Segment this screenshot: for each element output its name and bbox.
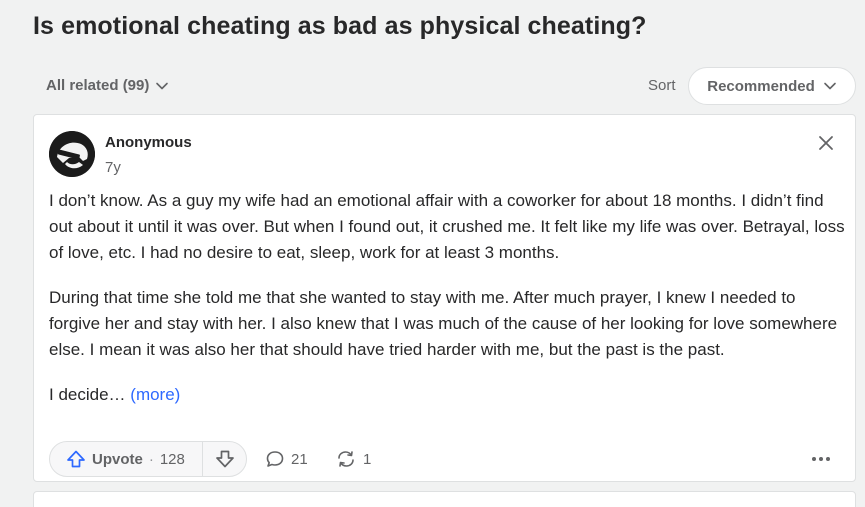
downvote-button[interactable] [203,442,246,476]
more-options-icon [812,457,830,461]
reshare-button[interactable]: 1 [335,441,371,477]
chevron-down-icon [156,82,169,89]
sort-value: Recommended [707,77,815,95]
anonymous-avatar-icon [49,131,95,177]
downvote-arrow-icon [215,450,234,468]
upvote-arrow-icon [67,450,85,468]
sort-label: Sort [648,77,676,94]
reshare-icon [338,451,354,467]
all-related-label: All related (99) [46,77,150,94]
more-options-button[interactable] [809,441,833,477]
avatar[interactable] [49,131,95,177]
answer-card: Anonymous 7y I don’t know. As a guy my w… [33,114,856,482]
close-button[interactable] [814,131,838,155]
chevron-down-icon [823,82,836,90]
upvote-label: Upvote [92,450,143,468]
vote-group: Upvote · 128 [49,441,247,477]
question-title: Is emotional cheating as bad as physical… [33,12,647,40]
author-name[interactable]: Anonymous [105,134,192,151]
answer-timestamp[interactable]: 7y [105,159,121,176]
close-icon [819,136,833,150]
answer-paragraph: During that time she told me that she wa… [49,288,838,359]
share-count: 1 [363,450,372,468]
upvote-count: 128 [159,450,185,468]
next-answer-card [33,491,856,507]
comment-button[interactable]: 21 [265,441,308,477]
comment-count: 21 [291,450,308,468]
all-related-dropdown[interactable]: All related (99) [46,77,169,94]
comment-icon [266,451,284,467]
answer-paragraph: I don’t know. As a guy my wife had an em… [49,191,845,262]
sort-dropdown[interactable]: Recommended [688,67,856,105]
more-link[interactable]: (more) [130,385,180,404]
page: Is emotional cheating as bad as physical… [0,0,865,507]
filter-row: All related (99) Sort Recommended [0,66,865,106]
answer-body: I don’t know. As a guy my wife had an em… [49,188,849,427]
answer-truncated: I decide… (more) [49,382,849,408]
action-bar: Upvote · 128 21 1 [49,441,849,477]
upvote-button[interactable]: Upvote · 128 [50,442,202,476]
truncated-text: I decide… [49,385,126,404]
upvote-separator: · [148,450,154,468]
